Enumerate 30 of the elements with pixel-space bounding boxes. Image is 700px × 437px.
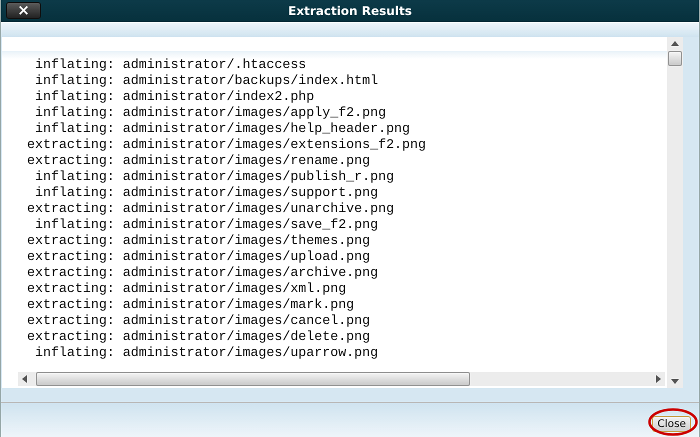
log-line: inflating: administrator/images/help_header.png [34, 121, 412, 137]
log-line: inflating: administrator/images/save_f2.png [34, 217, 380, 233]
log-line: extracting: administrator/images/delete.png [26, 329, 372, 345]
close-button[interactable]: Close [652, 416, 691, 432]
close-button[interactable]: × [6, 2, 41, 19]
log-line: inflating: administrator/images/uparrow.png [34, 345, 380, 361]
log-line: inflating: administrator/images/apply_f2.png [34, 105, 388, 121]
log-line: inflating: administrator/index2.php [34, 89, 316, 105]
log-line: inflating: administrator/.htaccess [34, 57, 308, 73]
up-arrow-icon[interactable] [671, 41, 679, 46]
log-line: extracting: administrator/images/unarchive.png [26, 201, 396, 217]
vertical-scrollbar[interactable] [667, 37, 683, 388]
left-arrow-icon[interactable] [22, 375, 27, 383]
scroll-thumb[interactable] [36, 372, 470, 386]
log-line: extracting: administrator/images/rename.png [26, 153, 372, 169]
window-title: Extraction Results [288, 4, 412, 18]
log-line: extracting: administrator/images/themes.png [26, 233, 372, 249]
log-line: extracting: administrator/images/mark.png [26, 297, 356, 313]
log-line: extracting: administrator/images/upload.png [26, 249, 372, 265]
log-line: extracting: administrator/images/archive.png [26, 265, 380, 281]
log-line: inflating: administrator/backups/index.html [34, 73, 380, 89]
log-line: extracting: administrator/images/extensions_f2.png [26, 137, 427, 153]
scroll-thumb[interactable] [668, 51, 682, 66]
log-line: extracting: administrator/images/cancel.png [26, 313, 372, 329]
log-line: inflating: administrator/images/publish_r.png [34, 169, 396, 185]
right-arrow-icon[interactable] [656, 375, 661, 383]
horizontal-scrollbar[interactable] [18, 372, 665, 386]
log-line: inflating: administrator/images/support.png [34, 185, 380, 201]
down-arrow-icon[interactable] [671, 379, 679, 384]
log-line: extracting: administrator/images/xml.png [26, 281, 348, 297]
